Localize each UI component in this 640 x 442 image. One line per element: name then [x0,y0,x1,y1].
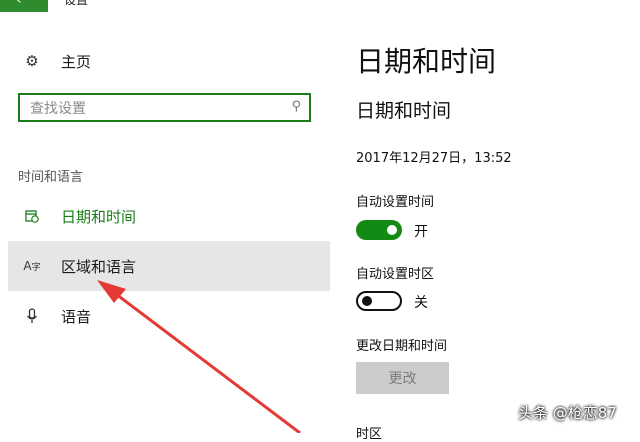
watermark: 头条 @枪恋87 [518,404,617,422]
annotation-arrow [97,280,301,433]
